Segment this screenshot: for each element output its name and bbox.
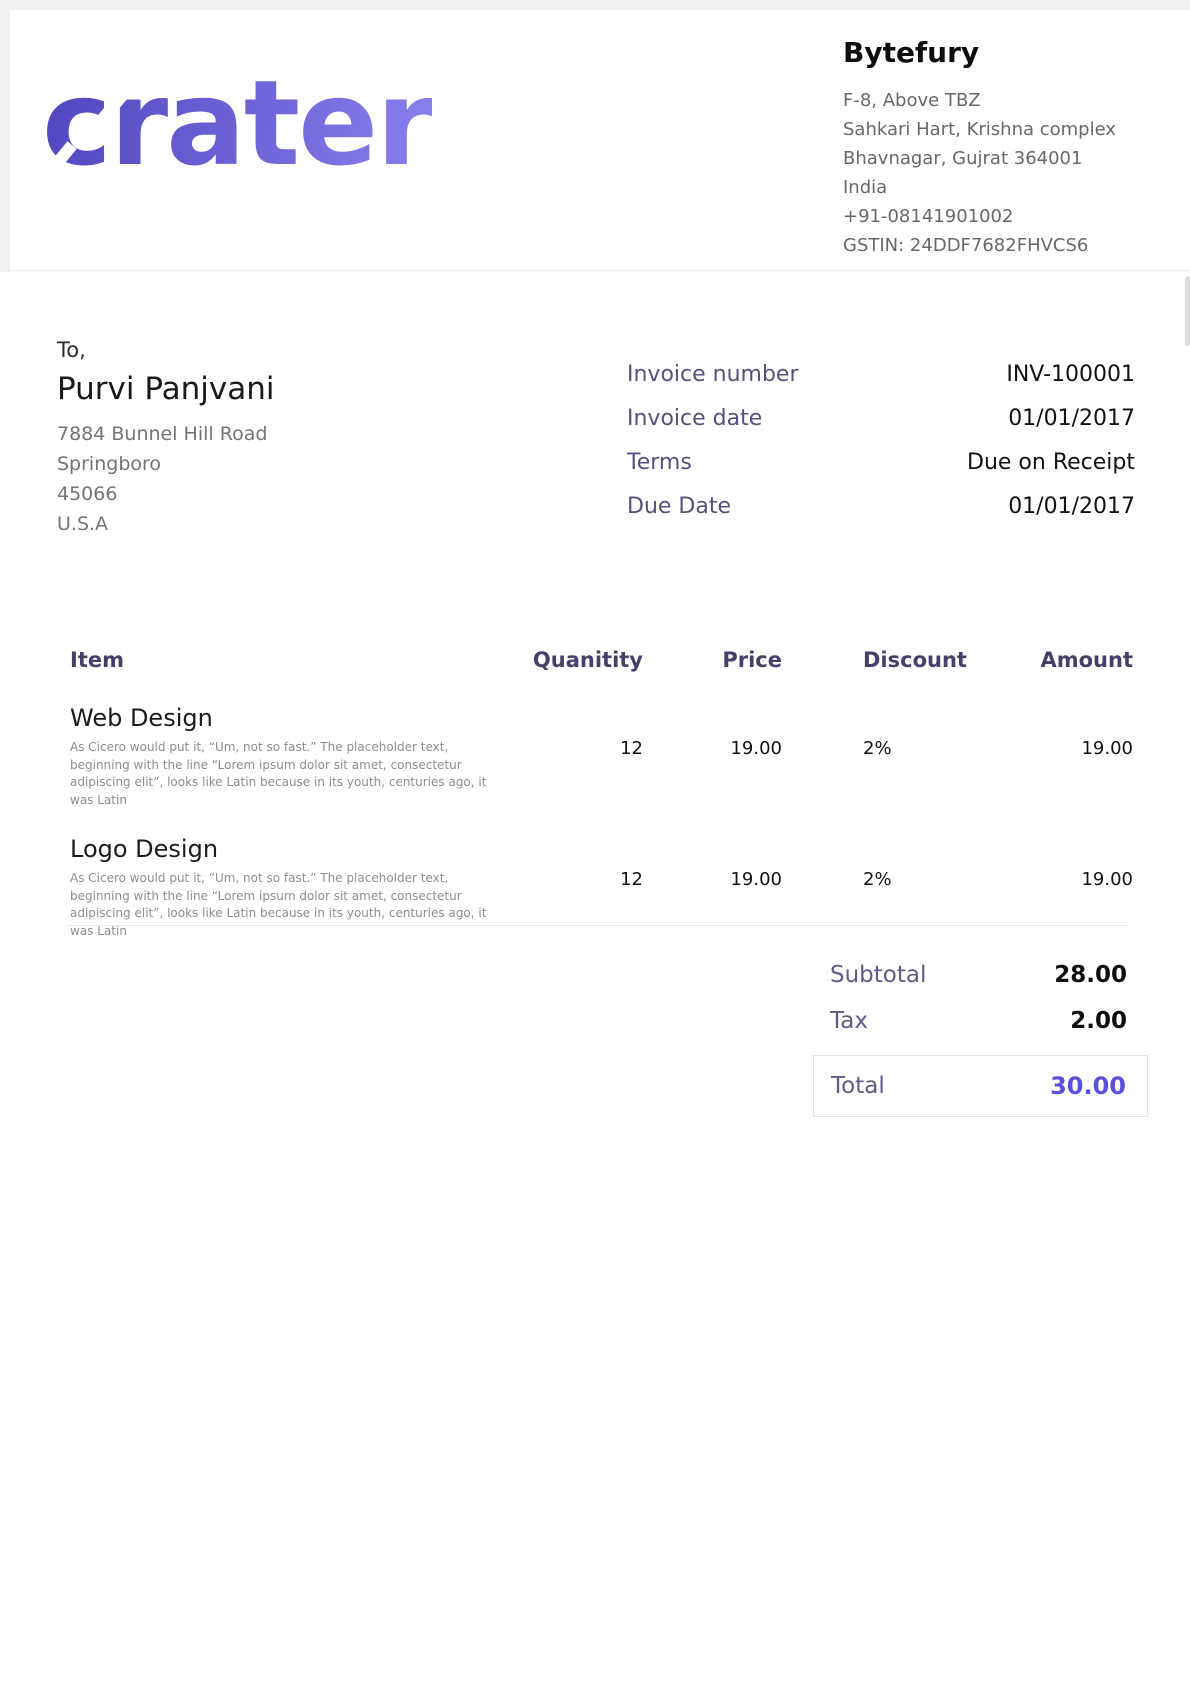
column-header-item: Item <box>70 648 525 672</box>
column-header-quantity: Quanitity <box>525 648 643 672</box>
item-description: As Cicero would put it, “Um, not so fast… <box>70 739 502 809</box>
subtotal-row: Subtotal 28.00 <box>813 962 1127 990</box>
invoice-date-row: Invoice date 01/01/2017 <box>627 406 1135 433</box>
column-header-price: Price <box>643 648 782 672</box>
invoice-meta: Invoice number INV-100001 Invoice date 0… <box>627 362 1135 538</box>
table-header-row: Item Quanitity Price Discount Amount <box>70 648 1133 672</box>
item-amount: 19.00 <box>973 704 1133 809</box>
bill-to-block: To, Purvi Panjvani 7884 Bunnel Hill Road… <box>57 338 275 539</box>
table-row: Web Design As Cicero would put it, “Um, … <box>70 704 1133 809</box>
customer-address-line: 45066 <box>57 479 275 509</box>
company-address-line: Bhavnagar, Gujrat 364001 <box>843 144 1116 173</box>
invoice-number-value: INV-100001 <box>1006 362 1135 387</box>
company-name: Bytefury <box>843 36 1116 69</box>
company-block: Bytefury F-8, Above TBZ Sahkari Hart, Kr… <box>843 36 1116 260</box>
scrollbar-thumb[interactable] <box>1185 276 1190 346</box>
grand-total-value: 30.00 <box>1050 1072 1126 1100</box>
tax-label: Tax <box>830 1008 868 1034</box>
left-edge-strip <box>0 0 10 272</box>
due-date-value: 01/01/2017 <box>1008 494 1135 519</box>
column-header-amount: Amount <box>973 648 1133 672</box>
column-header-discount: Discount <box>782 648 973 672</box>
due-date-label: Due Date <box>627 494 731 519</box>
item-description: As Cicero would put it, “Um, not so fast… <box>70 870 502 940</box>
item-cell: Web Design As Cicero would put it, “Um, … <box>70 704 525 809</box>
customer-name: Purvi Panjvani <box>57 371 275 407</box>
company-phone: +91-08141901002 <box>843 202 1116 231</box>
customer-address-line: U.S.A <box>57 509 275 539</box>
company-address-line: Sahkari Hart, Krishna complex <box>843 115 1116 144</box>
tax-row: Tax 2.00 <box>813 1008 1127 1036</box>
items-end-divider <box>66 925 1128 926</box>
terms-label: Terms <box>627 450 692 475</box>
invoice-page: crater Bytefury F-8, Above TBZ Sahkari H… <box>0 0 1190 1684</box>
grand-total-label: Total <box>831 1073 885 1099</box>
item-name: Web Design <box>70 704 525 732</box>
crater-logo: crater <box>42 48 432 198</box>
item-name: Logo Design <box>70 835 525 863</box>
totals-block: Subtotal 28.00 Tax 2.00 <box>813 962 1127 1054</box>
item-discount: 2% <box>782 704 973 809</box>
company-gstin: GSTIN: 24DDF7682FHVCS6 <box>843 231 1116 260</box>
invoice-date-label: Invoice date <box>627 406 762 431</box>
terms-value: Due on Receipt <box>967 450 1135 475</box>
grand-total-box: Total 30.00 <box>813 1055 1148 1117</box>
top-edge-strip <box>0 0 1190 10</box>
subtotal-label: Subtotal <box>830 962 926 988</box>
item-quantity: 12 <box>525 704 643 809</box>
bill-to-label: To, <box>57 338 275 362</box>
subtotal-value: 28.00 <box>1054 962 1127 988</box>
invoice-date-value: 01/01/2017 <box>1008 406 1135 431</box>
company-address-line: F-8, Above TBZ <box>843 86 1116 115</box>
invoice-number-row: Invoice number INV-100001 <box>627 362 1135 389</box>
terms-row: Terms Due on Receipt <box>627 450 1135 477</box>
item-price: 19.00 <box>643 704 782 809</box>
due-date-row: Due Date 01/01/2017 <box>627 494 1135 521</box>
tax-value: 2.00 <box>1070 1008 1127 1034</box>
invoice-number-label: Invoice number <box>627 362 799 387</box>
company-address-line: India <box>843 173 1116 202</box>
customer-address-line: 7884 Bunnel Hill Road <box>57 419 275 449</box>
header-divider <box>0 270 1190 271</box>
items-table: Item Quanitity Price Discount Amount Web… <box>70 648 1133 940</box>
customer-address-line: Springboro <box>57 449 275 479</box>
